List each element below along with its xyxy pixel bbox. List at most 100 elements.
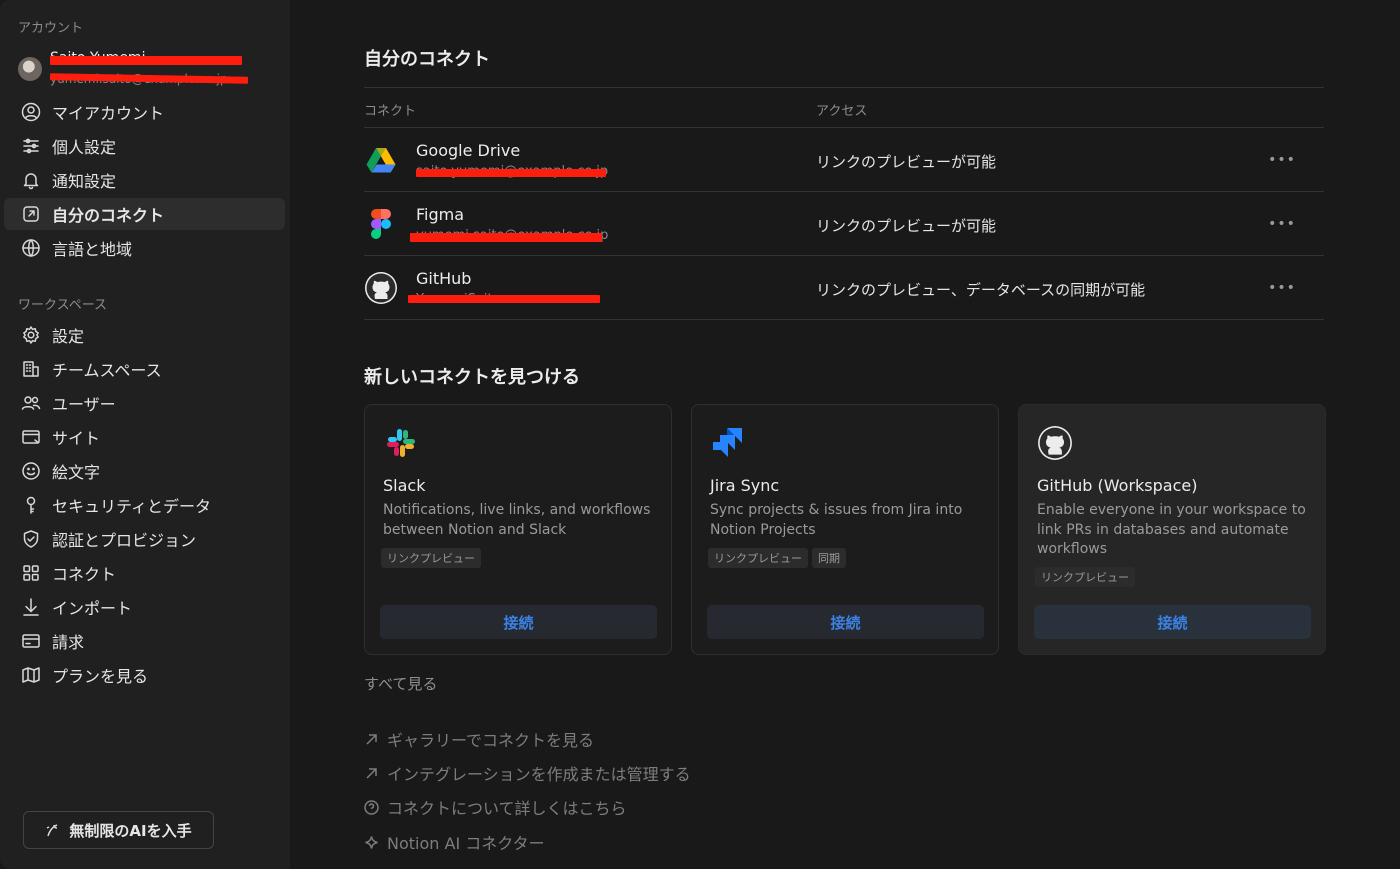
grid-icon	[19, 561, 43, 585]
user-circle-icon	[19, 100, 43, 124]
key-icon	[19, 493, 43, 517]
ai-pen-icon	[47, 824, 58, 837]
card-description: Sync projects & issues from Jira into No…	[710, 502, 963, 538]
column-header-connection: コネクト	[364, 104, 417, 119]
sidebar-item-import[interactable]: インポート	[4, 591, 285, 623]
sidebar-item-teamspaces[interactable]: チームスペース	[4, 353, 285, 385]
sidebar-item-label: 言語と地域	[52, 240, 133, 259]
tag: リンクプレビュー	[1035, 567, 1135, 587]
more-options-icon[interactable]: •••	[1268, 212, 1295, 236]
gallery-link[interactable]: ギャラリーでコネクトを見る	[364, 728, 594, 750]
ai-button-label: 無制限のAIを入手	[69, 821, 192, 840]
manage-integrations-link[interactable]: インテグレーションを作成または管理する	[364, 762, 691, 784]
table-row: Google Drive saito.yumemi@example.co.jp …	[364, 128, 1324, 192]
slack-icon	[383, 425, 419, 461]
redaction-mark	[408, 295, 600, 303]
redaction-mark	[50, 56, 242, 65]
card-title: Jira Sync	[710, 476, 780, 495]
sidebar-item-users[interactable]: ユーザー	[4, 387, 285, 419]
sidebar-item-language-region[interactable]: 言語と地域	[4, 232, 285, 264]
sidebar-item-label: プランを見る	[52, 667, 149, 686]
jira-icon	[710, 425, 746, 461]
map-icon	[19, 663, 43, 687]
learn-more-link[interactable]: コネクトについて詳しくはこちら	[364, 796, 627, 818]
sliders-icon	[19, 134, 43, 158]
github-icon	[1037, 425, 1073, 461]
connection-name: Figma	[416, 205, 465, 224]
sidebar-item-label: ユーザー	[52, 395, 116, 414]
connection-access: リンクのプレビューが可能	[816, 217, 997, 235]
sidebar-item-notifications[interactable]: 通知設定	[4, 164, 285, 196]
sidebar-item-label: セキュリティとデータ	[52, 497, 212, 516]
see-all-link[interactable]: すべて見る	[364, 673, 437, 694]
shield-check-icon	[19, 527, 43, 551]
tag: リンクプレビュー	[381, 548, 481, 568]
sidebar-item-emoji[interactable]: 絵文字	[4, 455, 285, 487]
github-icon	[364, 271, 398, 305]
main-content: 自分のコネクト コネクト アクセス Google Drive saito.yum…	[290, 0, 1400, 869]
sidebar-item-settings[interactable]: 設定	[4, 319, 285, 351]
account-section-label: アカウント	[18, 21, 84, 36]
sidebar-item-identity-provisioning[interactable]: 認証とプロビジョン	[4, 523, 285, 555]
integration-card-github-workspace[interactable]: GitHub (Workspace) Enable everyone in yo…	[1018, 404, 1326, 655]
link-label: コネクトについて詳しくはこちら	[387, 799, 627, 818]
link-label: ギャラリーでコネクトを見る	[387, 731, 595, 750]
more-options-icon[interactable]: •••	[1268, 148, 1295, 172]
table-row: GitHub YumemiSaito リンクのプレビュー、データベースの同期が可…	[364, 256, 1324, 320]
connect-button[interactable]: 接続	[707, 605, 984, 639]
card-tags: リンクプレビュー	[381, 548, 481, 568]
question-circle-icon	[364, 799, 379, 815]
sidebar-item-security-data[interactable]: セキュリティとデータ	[4, 489, 285, 521]
connection-access: リンクのプレビューが可能	[816, 153, 997, 171]
get-unlimited-ai-button[interactable]: 無制限のAIを入手	[23, 811, 214, 849]
connect-button[interactable]: 接続	[380, 605, 657, 639]
avatar	[18, 57, 42, 81]
redaction-mark	[416, 169, 606, 177]
sidebar-item-preferences[interactable]: 個人設定	[4, 130, 285, 162]
connections-table-header: コネクト アクセス	[364, 87, 1324, 128]
column-header-access: アクセス	[816, 104, 868, 119]
sidebar-item-billing[interactable]: 請求	[4, 625, 285, 657]
tag: 同期	[812, 548, 846, 568]
settings-window: アカウント Saito Yumemi yumemi.saito@example.…	[0, 0, 1400, 869]
card-tags: リンクプレビュー 同期	[708, 548, 846, 568]
discover-title: 新しいコネクトを見つける	[364, 367, 580, 388]
bell-icon	[19, 168, 43, 192]
sidebar-item-sites[interactable]: サイト	[4, 421, 285, 453]
sidebar-item-label: チームスペース	[52, 361, 162, 380]
link-label: Notion AI コネクター	[387, 834, 545, 853]
connect-button[interactable]: 接続	[1034, 605, 1311, 639]
more-options-icon[interactable]: •••	[1268, 276, 1295, 300]
card-icon	[19, 629, 43, 653]
sidebar-item-label: 絵文字	[52, 463, 101, 482]
arrow-up-right-icon	[366, 733, 377, 745]
sidebar-item-label: 自分のコネクト	[52, 206, 165, 225]
card-tags: リンクプレビュー	[1035, 567, 1135, 587]
figma-icon	[364, 207, 398, 241]
sidebar-item-label: 設定	[52, 327, 85, 346]
card-description: Notifications, live links, and workflows…	[383, 502, 651, 538]
account-switcher[interactable]: Saito Yumemi yumemi.saito@example.co.jp	[16, 50, 276, 90]
link-label: インテグレーションを作成または管理する	[387, 765, 691, 784]
building-icon	[19, 357, 43, 381]
sidebar-item-my-account[interactable]: マイアカウント	[4, 96, 285, 128]
tag: リンクプレビュー	[708, 548, 808, 568]
sidebar-item-plans[interactable]: プランを見る	[4, 659, 285, 691]
download-arrow-icon	[19, 595, 43, 619]
gear-icon	[19, 323, 43, 347]
sidebar-item-label: 請求	[52, 633, 85, 652]
google-drive-icon	[364, 143, 398, 177]
sidebar: アカウント Saito Yumemi yumemi.saito@example.…	[0, 0, 290, 869]
sidebar-item-label: 認証とプロビジョン	[52, 531, 197, 550]
notion-ai-connector-link[interactable]: Notion AI コネクター	[364, 831, 545, 853]
sidebar-item-connections[interactable]: コネクト	[4, 557, 285, 589]
sidebar-item-my-connections[interactable]: 自分のコネクト	[4, 198, 285, 230]
connection-name: GitHub	[416, 269, 472, 288]
integration-card-jira[interactable]: Jira Sync Sync projects & issues from Ji…	[691, 404, 999, 655]
connection-access: リンクのプレビュー、データベースの同期が可能	[816, 281, 1146, 299]
sidebar-item-label: マイアカウント	[52, 104, 165, 123]
redaction-mark	[410, 233, 602, 242]
workspace-section-label: ワークスペース	[18, 298, 108, 313]
integration-card-slack[interactable]: Slack Notifications, live links, and wor…	[364, 404, 672, 655]
arrow-up-right-icon	[366, 767, 377, 779]
